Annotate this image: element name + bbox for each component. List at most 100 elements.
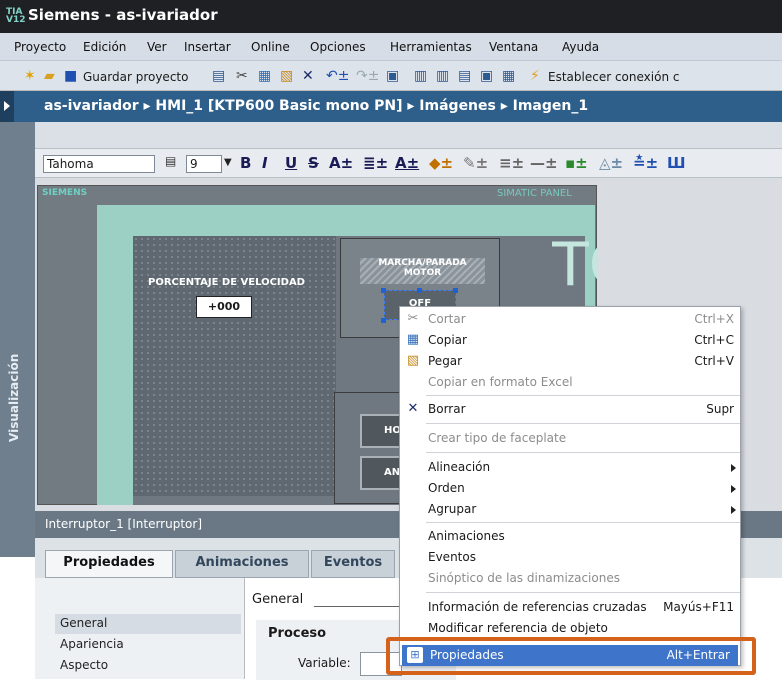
open-folder-icon[interactable]: ▰ (44, 68, 55, 84)
tab-animaciones[interactable]: Animaciones (175, 550, 309, 578)
speed-percentage-label[interactable]: PORCENTAJE DE VELOCIDAD (148, 277, 305, 288)
menu-online[interactable]: Online (251, 40, 290, 54)
text-align-icon[interactable]: ▤ (165, 154, 176, 168)
redo-icon[interactable]: ↷± (356, 68, 379, 84)
menu-item-shortcut: Ctrl+X (694, 312, 734, 326)
speed-io-field[interactable]: +000 (196, 296, 252, 318)
bold-button[interactable]: B (240, 154, 251, 172)
font-grow-icon[interactable]: A± (329, 154, 353, 172)
side-tab-visualizacion[interactable]: Visualización (0, 122, 35, 557)
menu-separator (426, 395, 740, 396)
connect-online-icon[interactable]: ⚡ (530, 68, 540, 84)
align-objects-icon[interactable]: ▪± (565, 154, 588, 172)
menu-item-shortcut: Ctrl+V (694, 354, 734, 368)
menu-item-eventos[interactable]: Eventos (400, 547, 742, 568)
rotate-icon[interactable]: ◬± (599, 154, 623, 172)
selection-handle[interactable] (453, 288, 458, 293)
menu-item-label: Borrar (428, 402, 466, 416)
selection-handle[interactable] (417, 288, 422, 293)
menu-item-label: Pegar (428, 354, 463, 368)
font-family-select[interactable]: Tahoma (43, 155, 155, 173)
menu-item-animaciones[interactable]: Animaciones (400, 526, 742, 547)
scissors-icon: ✂ (407, 311, 419, 326)
cut-icon[interactable]: ✂ (236, 68, 248, 84)
new-project-icon[interactable]: ✶ (24, 68, 36, 84)
menu-item-orden[interactable]: Orden (400, 478, 742, 499)
breadcrumb-path[interactable]: as-ivariador ▸ HMI_1 [KTP600 Basic mono … (44, 98, 588, 114)
section-general: General (252, 592, 304, 607)
download-icon[interactable]: ▥ (414, 68, 427, 84)
save-project-button[interactable]: Guardar proyecto (83, 69, 188, 85)
menu-item-shortcut: Supr (706, 402, 734, 416)
font-size-dropdown-icon[interactable]: ▼ (224, 157, 232, 168)
compile-icon[interactable]: ▣ (386, 68, 399, 84)
menu-item-referencias-cruzadas[interactable]: Información de referencias cruzadas Mayú… (400, 597, 742, 618)
submenu-arrow-icon (731, 485, 736, 493)
underline-button[interactable]: U (285, 154, 297, 172)
save-icon[interactable]: ■ (64, 68, 77, 84)
line-style-icon[interactable]: ≡± (499, 154, 524, 172)
menu-herramientas[interactable]: Herramientas (390, 40, 472, 54)
menu-item-copiar[interactable]: ▦ Copiar Ctrl+C (400, 330, 742, 351)
tab-eventos[interactable]: Eventos (311, 550, 395, 578)
italic-button[interactable]: I (262, 154, 268, 172)
undo-icon[interactable]: ↶± (326, 68, 349, 84)
main-toolbar: ✶ ▰ ■ Guardar proyecto ▤ ✂ ▦ ▧ ✕ ↶± ↷± ▣… (0, 61, 782, 91)
inspector-title: Interruptor_1 [Interruptor] (45, 517, 202, 531)
align-text-icon[interactable]: ≣± (363, 154, 388, 172)
tab-propiedades[interactable]: Propiedades (45, 550, 173, 578)
upload-icon[interactable]: ▥ (436, 68, 449, 84)
marcha-parada-label[interactable]: MARCHA/PARADA MOTOR (360, 258, 485, 284)
delete-icon[interactable]: ✕ (302, 68, 314, 84)
menu-item-label: Animaciones (428, 529, 505, 543)
menu-opciones[interactable]: Opciones (310, 40, 366, 54)
menu-separator (426, 592, 740, 593)
menu-item-alineacion[interactable]: Alineación (400, 457, 742, 478)
distribute-icon[interactable]: ≛± (633, 154, 658, 172)
menu-item-label: Modificar referencia de objeto (428, 621, 608, 635)
menu-item-borrar[interactable]: ✕ Borrar Supr (400, 399, 742, 420)
print-icon[interactable]: ▤ (212, 68, 225, 84)
simulate-icon[interactable]: ▤ (458, 68, 471, 84)
siemens-logo: SIEMENS (42, 188, 88, 198)
menu-item-pegar[interactable]: ▧ Pegar Ctrl+V (400, 351, 742, 372)
menu-item-sinoptico[interactable]: Sinóptico de las dinamizaciones (400, 568, 742, 589)
menu-item-crear-faceplate[interactable]: Crear tipo de faceplate (400, 428, 742, 449)
menu-insertar[interactable]: Insertar (184, 40, 231, 54)
font-size-select[interactable]: 9 (186, 155, 222, 173)
menu-proyecto[interactable]: Proyecto (14, 40, 66, 54)
line-color-icon[interactable]: ✎± (463, 154, 488, 172)
menu-item-label: Copiar (428, 333, 467, 347)
menu-ver[interactable]: Ver (147, 40, 167, 54)
selection-handle[interactable] (381, 318, 386, 323)
copy-icon: ▦ (406, 332, 420, 347)
runtime-icon[interactable]: ▦ (502, 68, 515, 84)
delete-icon: ✕ (407, 401, 419, 416)
menu-separator (426, 452, 740, 453)
monitor-icon[interactable]: ▣ (480, 68, 493, 84)
fill-color-icon[interactable]: ◆± (429, 154, 453, 172)
expand-arrow-icon[interactable] (0, 91, 14, 122)
nav-aspecto[interactable]: Aspecto (60, 658, 108, 672)
nav-apariencia[interactable]: Apariencia (60, 637, 124, 651)
nav-general[interactable]: General (60, 616, 107, 630)
menu-item-modificar-referencia[interactable]: Modificar referencia de objeto (400, 618, 742, 639)
strikethrough-button[interactable]: S (308, 154, 319, 172)
spacing-icon[interactable]: Ш (667, 154, 686, 172)
menu-item-agrupar[interactable]: Agrupar (400, 499, 742, 520)
screen-grid[interactable] (133, 236, 336, 496)
menu-item-cortar[interactable]: ✂ Cortar Ctrl+X (400, 309, 742, 330)
connect-online-button[interactable]: Establecer conexión c (548, 69, 679, 85)
context-menu: ✂ Cortar Ctrl+X ▦ Copiar Ctrl+C ▧ Pegar … (399, 306, 741, 666)
copy-icon[interactable]: ▦ (258, 68, 271, 84)
menu-item-label: Sinóptico de las dinamizaciones (428, 571, 620, 585)
menu-edicion[interactable]: Edición (83, 40, 126, 54)
menu-ayuda[interactable]: Ayuda (562, 40, 599, 54)
selection-handle[interactable] (381, 288, 386, 293)
font-color-icon[interactable]: A± (395, 154, 419, 172)
menu-ventana[interactable]: Ventana (489, 40, 538, 54)
menu-item-copiar-excel[interactable]: Copiar en formato Excel (400, 372, 742, 393)
menu-item-label: Agrupar (428, 502, 477, 516)
line-width-icon[interactable]: —± (530, 154, 558, 172)
paste-icon[interactable]: ▧ (280, 68, 293, 84)
